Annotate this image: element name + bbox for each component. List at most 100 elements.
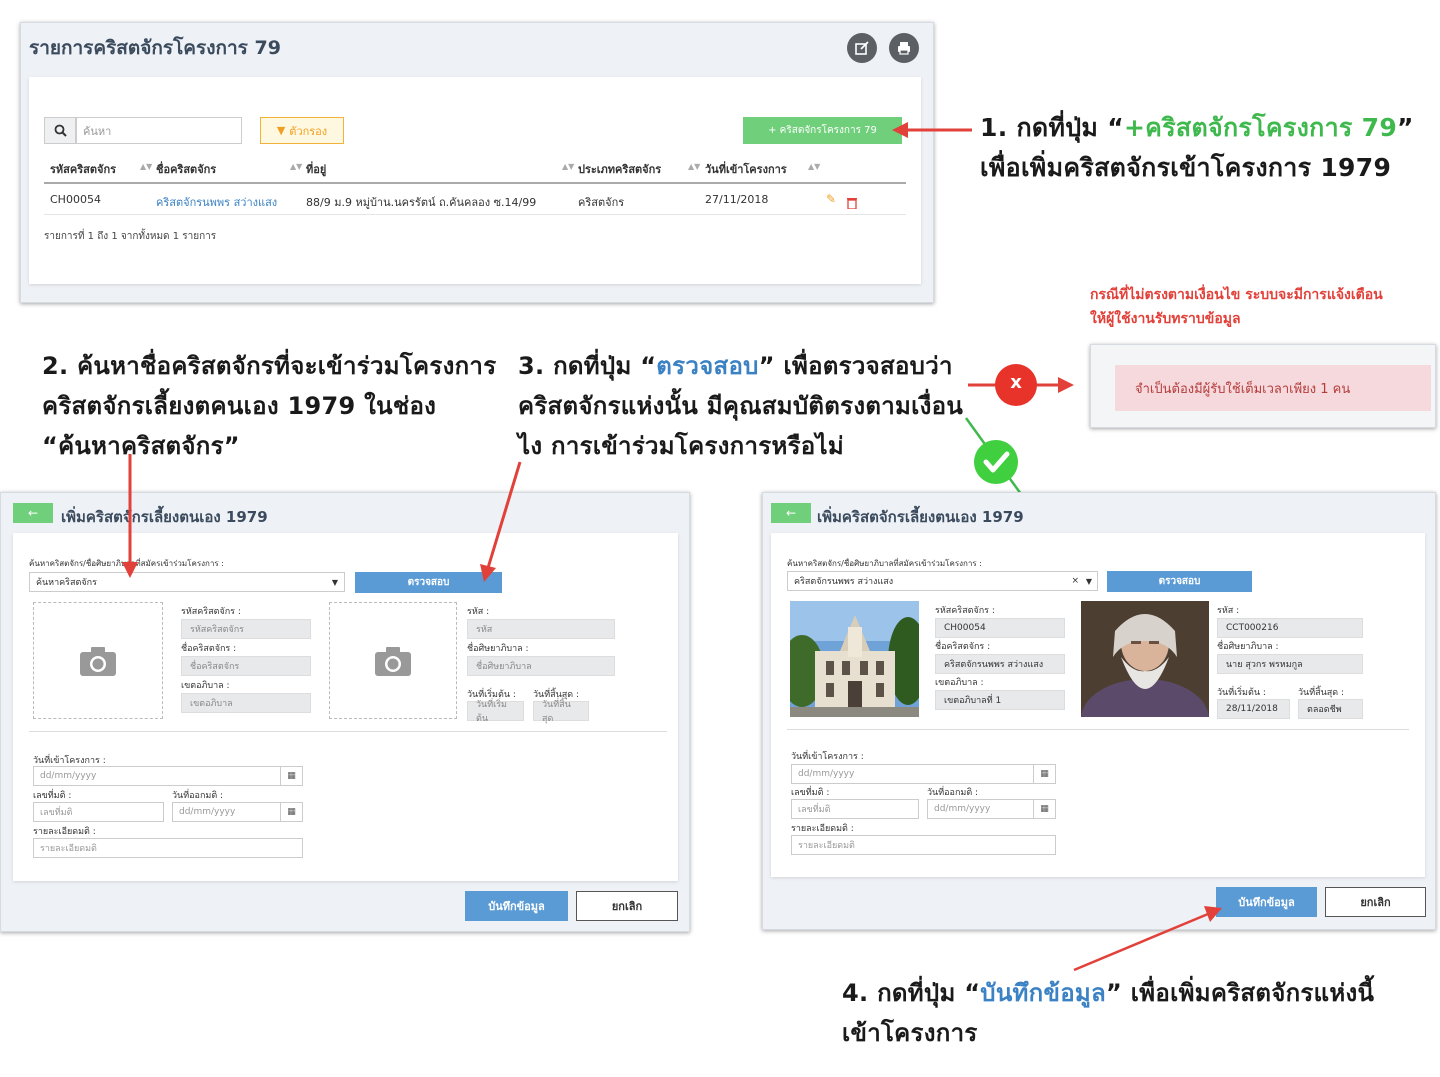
alert-text: จำเป็นต้องมีผู้รับใช้เต็มเวลาเพียง 1 คน	[1135, 381, 1351, 397]
step2-arrow	[122, 454, 138, 578]
res-no-input[interactable]: เลขที่มติ	[791, 799, 919, 819]
edit-icon[interactable]	[847, 33, 877, 63]
caret-down-icon: ▼	[1085, 576, 1092, 586]
clear-icon[interactable]: ×	[1071, 576, 1079, 586]
cancel-button[interactable]: ยกเลิก	[576, 891, 678, 921]
code-label: รหัส :	[1217, 606, 1240, 616]
camera-icon	[375, 647, 411, 676]
form-card: ค้นหาคริสตจักร/ชื่อศิษยาภิบาลที่สมัครเข้…	[771, 533, 1425, 877]
table-header: รหัสคริสตจักร ▲▼ ชื่อคริสตจักร ▲▼ ที่อยู…	[44, 160, 906, 184]
form-title: เพิ่มคริสตจักรเลี้ยงตนเอง 1979	[61, 508, 268, 526]
res-detail-input[interactable]: รายละเอียดมติ	[791, 835, 1056, 855]
step2-line2: คริสตจักรเลี้ยงตคนเอง 1979 ในช่อง	[42, 392, 437, 420]
church-name-label: ชื่อคริสตจักร :	[935, 642, 991, 652]
step1-line2: เพื่อเพิ่มคริสตจักรเข้าโครงการ 1979	[980, 153, 1392, 182]
column-header[interactable]: ที่อยู่	[306, 160, 326, 178]
check-button[interactable]: ตรวจสอบ	[1107, 571, 1252, 592]
start-field: 28/11/2018	[1217, 699, 1290, 719]
district-label: เขตอภิบาล :	[935, 678, 984, 688]
res-date-label: วันที่ออกมติ :	[172, 791, 224, 801]
church-code-label: รหัสคริสตจักร :	[935, 606, 995, 616]
step4-text: 4. กดที่ปุ่ม “บันทึกข้อมูล” เพื่อเพิ่มคร…	[842, 973, 1374, 1053]
join-date-ph: dd/mm/yyyy	[40, 771, 97, 781]
res-no-label: เลขที่มติ :	[791, 788, 830, 798]
church-name-label: ชื่อคริสตจักร :	[181, 644, 237, 654]
step4-highlight: บันทึกข้อมูล	[980, 979, 1107, 1007]
search-icon	[44, 117, 76, 144]
step3-arrow	[480, 461, 522, 582]
church-search-select[interactable]: ค้นหาคริสตจักร ▼	[29, 572, 345, 592]
church-name-field: คริสตจักรนพพร สว่างแสง	[935, 654, 1065, 674]
reject-arrow	[968, 364, 1074, 406]
row-church-link[interactable]: คริสตจักรนพพร สว่างแสง	[156, 193, 277, 211]
res-date-label: วันที่ออกมติ :	[927, 788, 979, 798]
column-header[interactable]: วันที่เข้าโครงการ	[705, 160, 787, 178]
join-date-label: วันที่เข้าโครงการ :	[33, 756, 106, 766]
step3-line1: 3. กดที่ปุ่ม “ตรวจสอบ” เพื่อตรวจสอบว่า	[518, 346, 963, 386]
row-date: 27/11/2018	[705, 193, 769, 206]
step4-line2: เข้าโครงการ	[842, 1019, 978, 1047]
back-arrow-icon[interactable]: ←	[771, 503, 811, 523]
church-search-select[interactable]: คริสตจักรนพพร สว่างแสง × ▼	[787, 571, 1098, 591]
join-date-input[interactable]: dd/mm/yyyy ▦	[791, 764, 1056, 784]
res-date-input[interactable]: dd/mm/yyyy ▦	[172, 802, 303, 822]
edit-icon[interactable]: ✎	[826, 192, 836, 206]
step4-arrow	[1073, 906, 1222, 972]
church-code-label: รหัสคริสตจักร :	[181, 607, 241, 617]
join-date-input[interactable]: dd/mm/yyyy ▦	[33, 766, 303, 786]
camera-icon	[80, 647, 116, 676]
start-field: วันที่เริ่มต้น	[467, 700, 524, 724]
cancel-button[interactable]: ยกเลิก	[1325, 887, 1426, 917]
pastor-photo	[1081, 601, 1209, 717]
column-header[interactable]: ชื่อคริสตจักร	[156, 160, 216, 178]
calendar-icon[interactable]: ▦	[280, 803, 302, 821]
step3-line3: ไง การเข้าร่วมโครงการหรือไม่	[518, 432, 844, 460]
church-photo	[790, 601, 919, 717]
district-field: เขตอภิบาล	[181, 693, 311, 713]
sort-icon: ▲▼	[688, 162, 701, 171]
alert-message: จำเป็นต้องมีผู้รับใช้เต็มเวลาเพียง 1 คน	[1115, 365, 1431, 411]
end-field: ตลอดชีพ	[1298, 699, 1363, 719]
church-photo-placeholder	[33, 602, 163, 719]
table-row: CH00054 คริสตจักรนพพร สว่างแสง 88/9 ม.9 …	[44, 187, 906, 215]
back-arrow-icon[interactable]: ←	[13, 503, 53, 523]
x-icon: x	[1010, 372, 1022, 393]
calendar-icon[interactable]: ▦	[1033, 800, 1055, 818]
res-detail-input[interactable]: รายละเอียดมติ	[33, 838, 303, 858]
res-date-ph: dd/mm/yyyy	[934, 804, 991, 814]
res-date-input[interactable]: dd/mm/yyyy ▦	[927, 799, 1056, 819]
add-church-button[interactable]: + คริสตจักรโครงการ 79	[743, 117, 902, 144]
step1-prefix: 1. กดที่ปุ่ม “	[980, 113, 1124, 142]
save-button[interactable]: บันทึกข้อมูล	[465, 891, 568, 921]
print-icon[interactable]	[889, 33, 919, 63]
res-detail-label: รายละเอียดมติ :	[33, 827, 96, 837]
column-header[interactable]: ประเภทคริสตจักร	[578, 160, 661, 178]
code-field: รหัส	[467, 619, 615, 639]
res-no-label: เลขที่มติ :	[33, 791, 72, 801]
list-card: ค้นหา ▼ ตัวกรอง + คริสตจักรโครงการ 79 รหั…	[29, 77, 921, 284]
start-label: วันที่เริ่มต้น :	[1217, 688, 1266, 698]
step2-line3: “ค้นหาคริสตจักร”	[42, 432, 240, 460]
trash-icon[interactable]	[847, 194, 857, 213]
save-button[interactable]: บันทึกข้อมูล	[1216, 887, 1317, 917]
row-code: CH00054	[50, 193, 101, 206]
district-field: เขตอภิบาลที่ 1	[935, 690, 1065, 710]
step3-prefix: 3. กดที่ปุ่ม “	[518, 352, 657, 380]
page-title: รายการคริสตจักรโครงการ 79	[29, 37, 281, 59]
filter-icon: ▼	[276, 124, 286, 137]
res-no-input[interactable]: เลขที่มติ	[33, 802, 164, 822]
calendar-icon[interactable]: ▦	[280, 767, 302, 785]
column-header[interactable]: รหัสคริสตจักร	[50, 160, 116, 178]
code-field: CCT000216	[1217, 618, 1363, 638]
search-input[interactable]: ค้นหา	[76, 117, 242, 144]
district-label: เขตอภิบาล :	[181, 681, 230, 691]
calendar-icon[interactable]: ▦	[1033, 765, 1055, 783]
caret-down-icon: ▼	[331, 577, 338, 587]
alert-panel: จำเป็นต้องมีผู้รับใช้เต็มเวลาเพียง 1 คน	[1090, 344, 1436, 428]
sort-icon: ▲▼	[562, 162, 575, 171]
church-name-field: ชื่อคริสตจักร	[181, 656, 311, 676]
filter-button[interactable]: ▼ ตัวกรอง	[260, 117, 344, 144]
pastor-photo-placeholder	[329, 602, 457, 719]
code-label: รหัส :	[467, 607, 490, 617]
join-date-ph: dd/mm/yyyy	[798, 769, 855, 779]
